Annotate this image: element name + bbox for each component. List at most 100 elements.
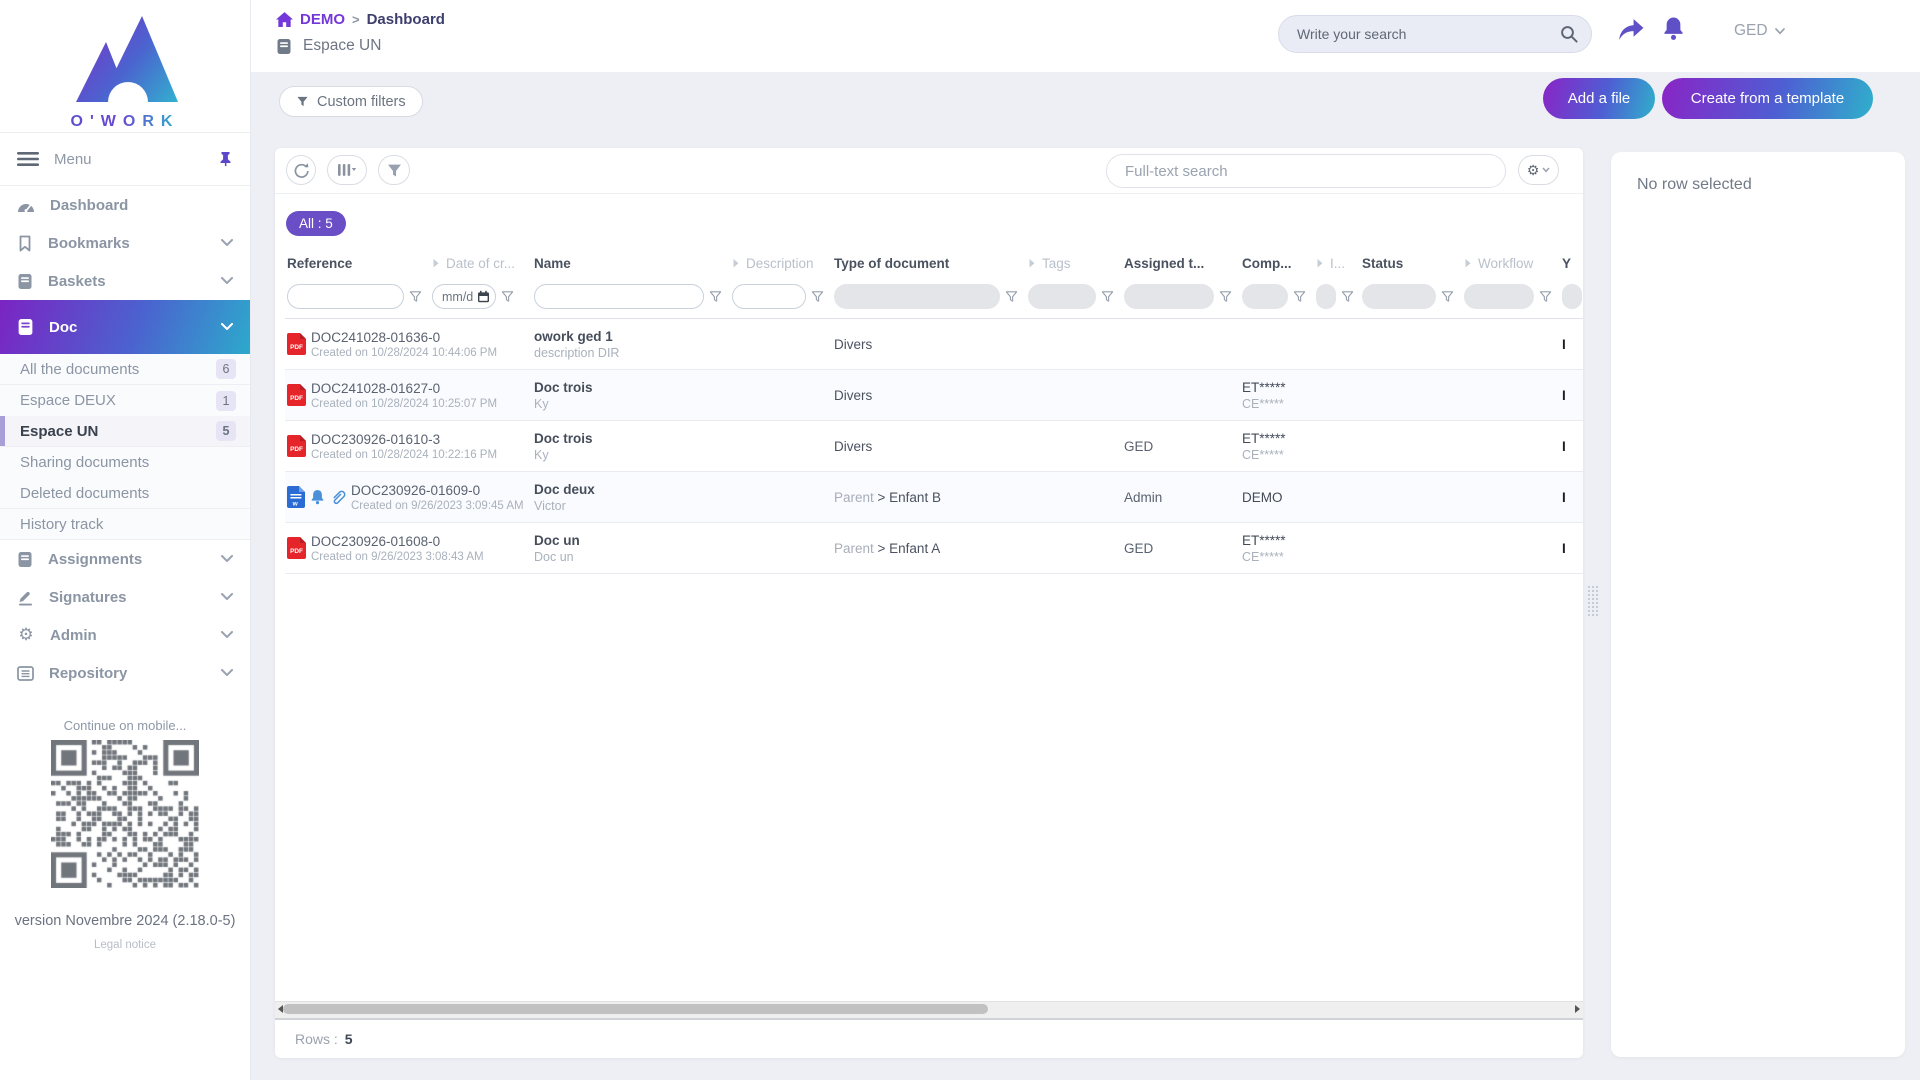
global-search bbox=[1278, 15, 1592, 53]
cell-assigned-t: GED bbox=[1122, 421, 1240, 471]
filter-input-description[interactable] bbox=[742, 289, 796, 305]
search-icon[interactable] bbox=[1560, 25, 1579, 44]
column-header-type-of-document[interactable]: Type of document bbox=[832, 251, 1026, 275]
table-row[interactable]: wDOC230926-01609-0Created on 9/26/2023 3… bbox=[285, 472, 1583, 523]
column-header-tags[interactable]: Tags bbox=[1026, 251, 1122, 275]
all-filter-tab[interactable]: All : 5 bbox=[286, 211, 346, 236]
funnel-icon[interactable] bbox=[1341, 290, 1354, 303]
menu-label: Menu bbox=[54, 151, 218, 168]
sidebar-item-label: Bookmarks bbox=[48, 235, 221, 252]
filter-disabled-status bbox=[1362, 284, 1436, 309]
global-search-input[interactable] bbox=[1295, 25, 1560, 43]
group-caret-icon[interactable] bbox=[1316, 258, 1324, 268]
column-header-comp[interactable]: Comp... bbox=[1240, 251, 1314, 275]
sidebar-subitem-espace-deux[interactable]: Espace DEUX1 bbox=[0, 385, 250, 416]
column-header-y[interactable]: Y bbox=[1560, 251, 1583, 275]
column-header-i[interactable]: I... bbox=[1314, 251, 1360, 275]
bell-icon[interactable] bbox=[1662, 16, 1685, 42]
column-header-name[interactable]: Name bbox=[532, 251, 730, 275]
table-row[interactable]: PDFDOC241028-01627-0Created on 10/28/202… bbox=[285, 370, 1583, 421]
column-header-reference[interactable]: Reference bbox=[285, 251, 430, 275]
sidebar-item-doc[interactable]: Doc bbox=[0, 300, 250, 354]
filter-cell-comp bbox=[1240, 275, 1314, 318]
funnel-icon[interactable] bbox=[709, 290, 722, 303]
group-caret-icon[interactable] bbox=[432, 258, 440, 268]
breadcrumb-root[interactable]: DEMO bbox=[300, 11, 345, 28]
scroll-right-arrow[interactable] bbox=[1575, 1005, 1580, 1013]
funnel-icon[interactable] bbox=[1539, 290, 1552, 303]
add-file-button[interactable]: Add a file bbox=[1543, 78, 1655, 119]
cell-description bbox=[730, 319, 832, 369]
sidebar-item-bookmarks[interactable]: Bookmarks bbox=[0, 224, 250, 262]
filter-cell-y bbox=[1560, 275, 1583, 318]
funnel-icon[interactable] bbox=[501, 290, 514, 303]
breadcrumb-current[interactable]: Dashboard bbox=[367, 11, 445, 28]
group-caret-icon[interactable] bbox=[732, 258, 740, 268]
scrollbar-thumb[interactable] bbox=[283, 1004, 988, 1014]
profile-menu[interactable]: GED bbox=[1734, 22, 1785, 40]
brand-logo[interactable]: O'WORK bbox=[0, 0, 250, 132]
cell-comp: ET*****CE***** bbox=[1240, 523, 1314, 573]
filter-disabled-i bbox=[1316, 284, 1336, 309]
calendar-icon[interactable] bbox=[477, 290, 490, 303]
horizontal-scrollbar[interactable] bbox=[275, 1001, 1583, 1020]
sidebar-item-signatures[interactable]: Signatures bbox=[0, 578, 250, 616]
filter-cell-reference bbox=[285, 275, 430, 318]
refresh-button[interactable] bbox=[286, 155, 316, 185]
custom-filters-button[interactable]: Custom filters bbox=[279, 86, 423, 117]
group-caret-icon[interactable] bbox=[1464, 258, 1472, 268]
cell-i bbox=[1314, 370, 1360, 420]
drag-handle-icon[interactable] bbox=[1588, 586, 1598, 620]
funnel-icon[interactable] bbox=[409, 290, 422, 303]
column-header-status[interactable]: Status bbox=[1360, 251, 1462, 275]
sidebar-item-repository[interactable]: Repository bbox=[0, 654, 250, 692]
book-icon bbox=[17, 551, 33, 568]
table-row[interactable]: PDFDOC230926-01608-0Created on 9/26/2023… bbox=[285, 523, 1583, 574]
cell-y: I bbox=[1560, 472, 1583, 522]
filter-date-date-of-cr[interactable]: mm/d bbox=[432, 284, 496, 309]
group-caret-icon[interactable] bbox=[1028, 258, 1036, 268]
sidebar-subitem-all-the-documents[interactable]: All the documents6 bbox=[0, 354, 250, 385]
funnel-icon[interactable] bbox=[1219, 290, 1232, 303]
menu-toggle-row[interactable]: Menu bbox=[0, 132, 250, 186]
legal-notice-link[interactable]: Legal notice bbox=[0, 939, 250, 951]
funnel-icon[interactable] bbox=[1005, 290, 1018, 303]
filter-cell-description bbox=[730, 275, 832, 318]
cell-y: I bbox=[1560, 523, 1583, 573]
funnel-icon[interactable] bbox=[811, 290, 824, 303]
fulltext-search-input[interactable] bbox=[1123, 162, 1489, 181]
filter-button[interactable] bbox=[378, 155, 410, 185]
share-icon[interactable] bbox=[1618, 18, 1645, 42]
sidebar-item-admin[interactable]: ⚙ Admin bbox=[0, 616, 250, 654]
table-settings-button[interactable]: ⚙ bbox=[1518, 155, 1559, 185]
svg-text:PDF: PDF bbox=[290, 395, 303, 402]
columns-button[interactable] bbox=[327, 155, 367, 185]
cell-date-of-cr bbox=[430, 421, 532, 471]
funnel-icon[interactable] bbox=[1441, 290, 1454, 303]
funnel-icon[interactable] bbox=[1101, 290, 1114, 303]
filter-input-name[interactable] bbox=[544, 289, 694, 305]
breadcrumb: DEMO > Dashboard bbox=[276, 11, 445, 28]
column-header-assigned-t[interactable]: Assigned t... bbox=[1122, 251, 1240, 275]
filter-input-reference[interactable] bbox=[297, 289, 394, 305]
home-icon[interactable] bbox=[276, 12, 293, 27]
column-header-description[interactable]: Description bbox=[730, 251, 832, 275]
hamburger-icon[interactable] bbox=[17, 151, 39, 167]
sidebar-item-baskets[interactable]: Baskets bbox=[0, 262, 250, 300]
sidebar-item-dashboard[interactable]: Dashboard bbox=[0, 186, 250, 224]
sidebar-subitem-history-track[interactable]: History track bbox=[0, 509, 250, 540]
sidebar-item-label: Doc bbox=[49, 319, 221, 336]
documents-table: ReferenceDate of cr...NameDescriptionTyp… bbox=[275, 251, 1583, 574]
table-row[interactable]: PDFDOC230926-01610-3Created on 10/28/202… bbox=[285, 421, 1583, 472]
create-from-template-button[interactable]: Create from a template bbox=[1662, 78, 1873, 119]
column-header-workflow[interactable]: Workflow bbox=[1462, 251, 1560, 275]
sidebar-subitem-sharing-documents[interactable]: Sharing documents bbox=[0, 447, 250, 478]
sidebar-subitem-deleted-documents[interactable]: Deleted documents bbox=[0, 478, 250, 509]
sidebar-subitem-espace-un[interactable]: Espace UN5 bbox=[0, 416, 250, 447]
column-header-date-of-cr[interactable]: Date of cr... bbox=[430, 251, 532, 275]
funnel-icon[interactable] bbox=[1293, 290, 1306, 303]
pin-icon[interactable] bbox=[218, 151, 233, 167]
panel-splitter[interactable] bbox=[1583, 148, 1603, 1058]
sidebar-item-assignments[interactable]: Assignments bbox=[0, 540, 250, 578]
table-row[interactable]: PDFDOC241028-01636-0Created on 10/28/202… bbox=[285, 319, 1583, 370]
